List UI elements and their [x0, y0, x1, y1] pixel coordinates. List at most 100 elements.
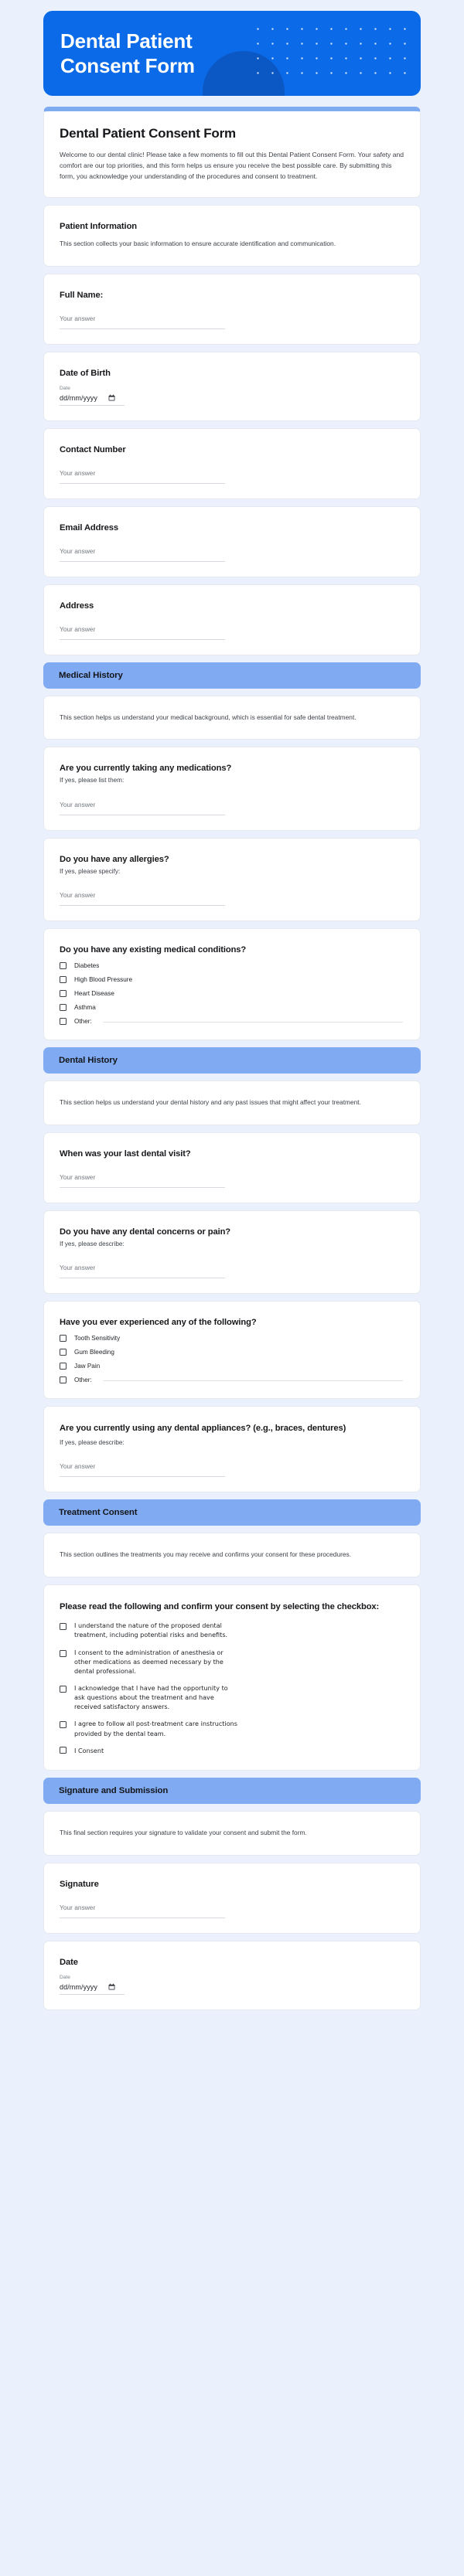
- date-input[interactable]: dd/mm/yyyy: [60, 1983, 125, 1995]
- consent-checkbox-row[interactable]: I understand the nature of the proposed …: [60, 1621, 404, 1639]
- checkbox-icon[interactable]: [60, 1747, 67, 1754]
- allergies-input[interactable]: Your answer: [60, 887, 225, 907]
- section-card-signature-submission: This final section requires your signatu…: [43, 1810, 421, 1856]
- section-bar-dental-history: Dental History: [43, 1047, 421, 1074]
- intro-card: Dental Patient Consent Form Welcome to o…: [43, 107, 421, 198]
- checkbox-icon[interactable]: [60, 1686, 67, 1693]
- question-card-date: Date Date dd/mm/yyyy: [43, 1940, 421, 2010]
- section-bar-title-signature-submission: Signature and Submission: [59, 1785, 169, 1795]
- allergies-placeholder: Your answer: [60, 891, 96, 900]
- consent-label: I understand the nature of the proposed …: [74, 1621, 228, 1639]
- question-card-experienced: Have you ever experienced any of the fol…: [43, 1301, 421, 1400]
- consent-label: I agree to follow all post-treatment car…: [74, 1720, 237, 1737]
- address-input[interactable]: Your answer: [60, 621, 225, 640]
- contact-number-input[interactable]: Your answer: [60, 465, 225, 484]
- appliances-input[interactable]: Your answer: [60, 1458, 225, 1477]
- date-of-birth-sublabel: Date: [60, 385, 70, 391]
- question-label-medications: Are you currently taking any medications…: [60, 764, 232, 774]
- checkbox-row[interactable]: Tooth Sensitivity: [60, 1335, 404, 1342]
- calendar-icon[interactable]: [108, 1983, 115, 1990]
- section-card-medical-history: This section helps us understand your me…: [43, 695, 421, 740]
- checkbox-icon[interactable]: [60, 976, 67, 984]
- checkbox-row[interactable]: High Blood Pressure: [60, 976, 404, 984]
- date-of-birth-value: dd/mm/yyyy: [60, 393, 98, 402]
- checkbox-row[interactable]: Diabetes: [60, 962, 404, 970]
- checkbox-icon[interactable]: [60, 962, 67, 970]
- checkbox-label: Other:: [74, 1018, 92, 1026]
- question-card-date-of-birth: Date of Birth Date dd/mm/yyyy: [43, 351, 421, 421]
- checkbox-group-experienced: Tooth Sensitivity Gum Bleeding Jaw Pain …: [60, 1335, 404, 1384]
- question-card-contact-number: Contact Number Your answer: [43, 427, 421, 499]
- calendar-icon[interactable]: [108, 394, 115, 401]
- section-card-patient-information: Patient Information This section collect…: [43, 204, 421, 267]
- question-label-email-address: Email Address: [60, 522, 119, 533]
- section-bar-title-medical-history: Medical History: [59, 670, 123, 680]
- section-bar-title-dental-history: Dental History: [59, 1056, 118, 1066]
- checkbox-group-medical-conditions: Diabetes High Blood Pressure Heart Disea…: [60, 962, 404, 1026]
- consent-checkbox-row[interactable]: I Consent: [60, 1746, 404, 1755]
- question-label-date-of-birth: Date of Birth: [60, 368, 111, 378]
- full-name-input[interactable]: Your answer: [60, 311, 225, 329]
- form-cards: Dental Patient Consent Form Welcome to o…: [0, 96, 464, 2010]
- checkbox-icon[interactable]: [60, 1721, 67, 1729]
- other-text-input[interactable]: [102, 1380, 403, 1382]
- section-bar-title-treatment-consent: Treatment Consent: [59, 1507, 138, 1517]
- checkbox-icon[interactable]: [60, 1623, 67, 1631]
- other-text-input[interactable]: [102, 1022, 403, 1023]
- checkbox-row[interactable]: Gum Bleeding: [60, 1349, 404, 1356]
- email-address-input[interactable]: Your answer: [60, 543, 225, 562]
- checkbox-row-other[interactable]: Other:: [60, 1376, 404, 1384]
- consent-label: I consent to the administration of anest…: [74, 1648, 223, 1675]
- checkbox-row[interactable]: Heart Disease: [60, 990, 404, 998]
- checkbox-icon[interactable]: [60, 1335, 67, 1342]
- question-label-medical-conditions: Do you have any existing medical conditi…: [60, 945, 247, 955]
- checkbox-icon[interactable]: [60, 1649, 67, 1657]
- question-label-date: Date: [60, 1957, 78, 1967]
- medications-input[interactable]: Your answer: [60, 797, 225, 815]
- checkbox-label: Gum Bleeding: [74, 1349, 114, 1356]
- section-description-dental-history: This section helps us understand your de…: [60, 1098, 361, 1107]
- question-card-consent: Please read the following and confirm yo…: [43, 1584, 421, 1771]
- signature-placeholder: Your answer: [60, 1903, 96, 1911]
- question-label-signature: Signature: [60, 1879, 99, 1889]
- question-label-dental-concerns: Do you have any dental concerns or pain?: [60, 1227, 231, 1237]
- question-sub-dental-concerns: If yes, please describe:: [60, 1240, 125, 1247]
- section-description-medical-history: This section helps us understand your me…: [60, 713, 357, 721]
- checkbox-group-consent: I understand the nature of the proposed …: [60, 1621, 404, 1755]
- consent-checkbox-row[interactable]: I consent to the administration of anest…: [60, 1648, 404, 1676]
- consent-label: I acknowledge that I have had the opport…: [74, 1684, 228, 1711]
- question-label-contact-number: Contact Number: [60, 444, 126, 454]
- checkbox-label: Heart Disease: [74, 990, 114, 998]
- checkbox-row[interactable]: Jaw Pain: [60, 1363, 404, 1370]
- last-visit-input[interactable]: Your answer: [60, 1169, 225, 1188]
- consent-checkbox-row[interactable]: I agree to follow all post-treatment car…: [60, 1719, 404, 1737]
- checkbox-icon[interactable]: [60, 1004, 67, 1012]
- question-label-last-visit: When was your last dental visit?: [60, 1148, 191, 1159]
- checkbox-label: High Blood Pressure: [74, 976, 133, 984]
- hero-dot-pattern: [251, 22, 413, 85]
- section-title-patient-information: Patient Information: [60, 221, 138, 231]
- checkbox-icon[interactable]: [60, 1349, 67, 1356]
- section-description-signature-submission: This final section requires your signatu…: [60, 1828, 307, 1836]
- signature-input[interactable]: Your answer: [60, 1900, 225, 1918]
- checkbox-icon[interactable]: [60, 1376, 67, 1384]
- dental-concerns-input[interactable]: Your answer: [60, 1260, 225, 1279]
- question-label-consent: Please read the following and confirm yo…: [60, 1601, 380, 1611]
- checkbox-label: Diabetes: [74, 962, 100, 970]
- section-card-dental-history: This section helps us understand your de…: [43, 1080, 421, 1125]
- question-card-signature: Signature Your answer: [43, 1862, 421, 1934]
- date-of-birth-input[interactable]: dd/mm/yyyy: [60, 394, 125, 406]
- appliances-placeholder: Your answer: [60, 1462, 96, 1470]
- question-card-medications: Are you currently taking any medications…: [43, 747, 421, 831]
- question-card-medical-conditions: Do you have any existing medical conditi…: [43, 928, 421, 1041]
- checkbox-row-other[interactable]: Other:: [60, 1018, 404, 1026]
- checkbox-icon[interactable]: [60, 990, 67, 998]
- medications-placeholder: Your answer: [60, 800, 96, 808]
- checkbox-row[interactable]: Asthma: [60, 1004, 404, 1012]
- checkbox-icon[interactable]: [60, 1018, 67, 1026]
- section-bar-treatment-consent: Treatment Consent: [43, 1499, 421, 1526]
- consent-checkbox-row[interactable]: I acknowledge that I have had the opport…: [60, 1683, 404, 1711]
- checkbox-icon[interactable]: [60, 1363, 67, 1370]
- question-card-appliances: Are you currently using any dental appli…: [43, 1406, 421, 1492]
- date-value: dd/mm/yyyy: [60, 1982, 98, 1991]
